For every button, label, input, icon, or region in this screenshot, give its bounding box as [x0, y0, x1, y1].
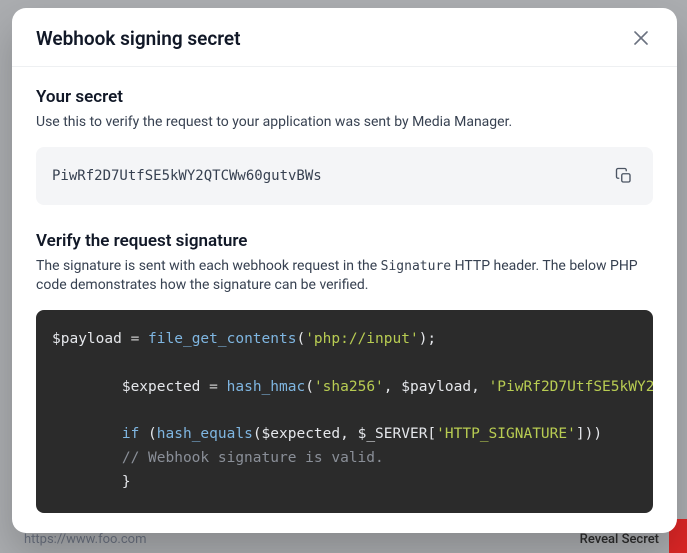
- code-token: ,: [340, 426, 357, 442]
- code-token: =: [209, 379, 226, 395]
- code-token: hash_hmac: [227, 379, 306, 395]
- code-token: file_get_contents: [148, 331, 296, 347]
- code-token: $payload: [401, 379, 471, 395]
- code-token: [52, 426, 122, 442]
- verify-desc-part1: The signature is sent with each webhook …: [36, 258, 381, 274]
- code-token: 'sha256': [314, 379, 384, 395]
- code-token: }: [122, 474, 131, 490]
- code-token: 'php://input': [305, 331, 419, 347]
- webhook-secret-modal: Webhook signing secret Your secret Use t…: [12, 8, 677, 533]
- code-token: $expected: [262, 426, 341, 442]
- secret-display-box: PiwRf2D7UtfSE5kWY2QTCWw60gutvBWs: [36, 147, 653, 205]
- reveal-secret-button[interactable]: Reveal Secret: [580, 532, 659, 547]
- code-token: [52, 450, 122, 466]
- code-token: ,: [471, 379, 488, 395]
- code-token: [52, 474, 122, 490]
- background-url-text: https://www.foo.com: [24, 532, 146, 547]
- code-token: (: [296, 331, 305, 347]
- verify-heading: Verify the request signature: [36, 231, 653, 251]
- copy-icon: [615, 167, 633, 185]
- code-token: // Webhook signature is valid.: [122, 450, 384, 466]
- verify-description: The signature is sent with each webhook …: [36, 257, 653, 296]
- php-code-example: $payload = file_get_contents('php://inpu…: [36, 310, 653, 513]
- code-token: (: [253, 426, 262, 442]
- modal-title: Webhook signing secret: [36, 27, 241, 50]
- code-token: hash_equals: [157, 426, 253, 442]
- code-token: 'PiwRf2D7UtfSE5kWY2QTCWw60gutvBWs': [489, 379, 653, 395]
- code-token: 'HTTP_SIGNATURE': [436, 426, 576, 442]
- your-secret-description: Use this to verify the request to your a…: [36, 113, 653, 133]
- code-token: =: [131, 331, 148, 347]
- modal-body: Your secret Use this to verify the reque…: [12, 67, 677, 533]
- code-token: if: [122, 426, 148, 442]
- close-icon: [634, 31, 648, 45]
- code-token: (: [305, 379, 314, 395]
- close-button[interactable]: [629, 26, 653, 50]
- code-token: ])): [576, 426, 602, 442]
- your-secret-heading: Your secret: [36, 87, 653, 107]
- secret-value: PiwRf2D7UtfSE5kWY2QTCWw60gutvBWs: [52, 168, 322, 184]
- code-token: ,: [384, 379, 401, 395]
- signature-header-name: Signature: [381, 259, 451, 274]
- modal-header: Webhook signing secret: [12, 8, 677, 67]
- code-token: $expected: [122, 379, 209, 395]
- code-token: $_SERVER[: [358, 426, 437, 442]
- code-token: [52, 379, 122, 395]
- code-token: $payload: [52, 331, 131, 347]
- code-token: );: [419, 331, 436, 347]
- code-token: (: [148, 426, 157, 442]
- copy-secret-button[interactable]: [611, 163, 637, 189]
